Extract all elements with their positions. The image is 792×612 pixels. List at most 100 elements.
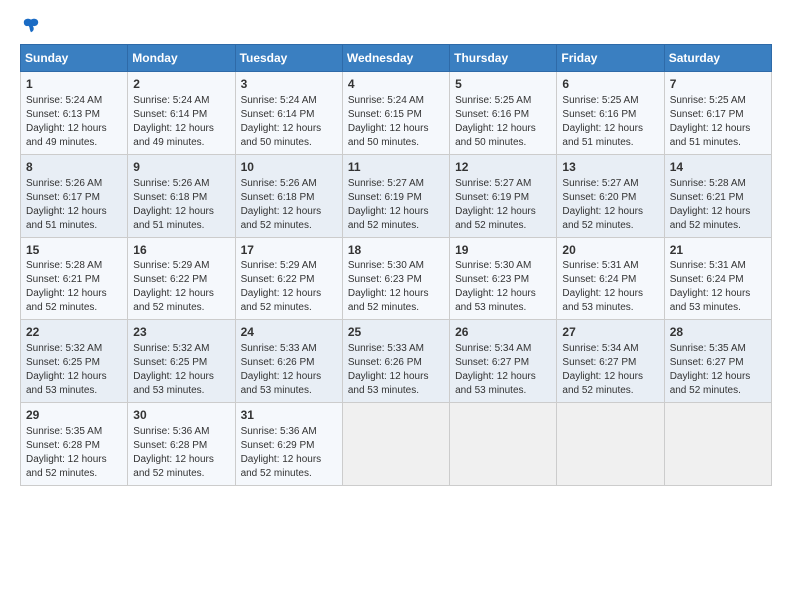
day-number: 15: [26, 242, 122, 259]
sunrise-text: Sunrise: 5:26 AM: [26, 178, 102, 189]
sunrise-text: Sunrise: 5:26 AM: [133, 178, 209, 189]
calendar-day-cell: 29Sunrise: 5:35 AMSunset: 6:28 PMDayligh…: [21, 403, 128, 486]
calendar-day-cell: 22Sunrise: 5:32 AMSunset: 6:25 PMDayligh…: [21, 320, 128, 403]
col-wednesday: Wednesday: [342, 45, 449, 72]
sunrise-text: Sunrise: 5:29 AM: [133, 260, 209, 271]
daylight-text: Daylight: 12 hours and 53 minutes.: [348, 371, 429, 396]
sunrise-text: Sunrise: 5:24 AM: [26, 95, 102, 106]
day-number: 26: [455, 324, 551, 341]
calendar-day-cell: 8Sunrise: 5:26 AMSunset: 6:17 PMDaylight…: [21, 154, 128, 237]
logo-bird-icon: [22, 16, 40, 34]
sunrise-text: Sunrise: 5:36 AM: [133, 426, 209, 437]
col-monday: Monday: [128, 45, 235, 72]
sunset-text: Sunset: 6:21 PM: [670, 192, 744, 203]
sunset-text: Sunset: 6:22 PM: [133, 274, 207, 285]
daylight-text: Daylight: 12 hours and 50 minutes.: [455, 123, 536, 148]
day-number: 12: [455, 159, 551, 176]
daylight-text: Daylight: 12 hours and 51 minutes.: [670, 123, 751, 148]
sunset-text: Sunset: 6:14 PM: [133, 109, 207, 120]
daylight-text: Daylight: 12 hours and 52 minutes.: [670, 206, 751, 231]
sunrise-text: Sunrise: 5:24 AM: [348, 95, 424, 106]
col-friday: Friday: [557, 45, 664, 72]
daylight-text: Daylight: 12 hours and 49 minutes.: [26, 123, 107, 148]
calendar-day-cell: 26Sunrise: 5:34 AMSunset: 6:27 PMDayligh…: [450, 320, 557, 403]
sunset-text: Sunset: 6:19 PM: [455, 192, 529, 203]
sunrise-text: Sunrise: 5:27 AM: [348, 178, 424, 189]
day-number: 31: [241, 407, 337, 424]
day-number: 5: [455, 76, 551, 93]
daylight-text: Daylight: 12 hours and 53 minutes.: [241, 371, 322, 396]
sunrise-text: Sunrise: 5:26 AM: [241, 178, 317, 189]
sunrise-text: Sunrise: 5:35 AM: [26, 426, 102, 437]
sunset-text: Sunset: 6:15 PM: [348, 109, 422, 120]
calendar-day-cell: [557, 403, 664, 486]
sunrise-text: Sunrise: 5:28 AM: [26, 260, 102, 271]
calendar-week-row: 22Sunrise: 5:32 AMSunset: 6:25 PMDayligh…: [21, 320, 772, 403]
sunset-text: Sunset: 6:13 PM: [26, 109, 100, 120]
daylight-text: Daylight: 12 hours and 52 minutes.: [133, 288, 214, 313]
daylight-text: Daylight: 12 hours and 52 minutes.: [133, 454, 214, 479]
day-number: 7: [670, 76, 766, 93]
header-row: [20, 16, 772, 34]
calendar-day-cell: 5 Sunrise: 5:25 AM Sunset: 6:16 PM Daylight…: [450, 72, 557, 155]
sunrise-text: Sunrise: 5:32 AM: [26, 343, 102, 354]
calendar-day-cell: 1 Sunrise: 5:24 AM Sunset: 6:13 PM Daylight…: [21, 72, 128, 155]
daylight-text: Daylight: 12 hours and 53 minutes.: [455, 371, 536, 396]
day-number: 28: [670, 324, 766, 341]
sunset-text: Sunset: 6:17 PM: [26, 192, 100, 203]
day-number: 21: [670, 242, 766, 259]
daylight-text: Daylight: 12 hours and 53 minutes.: [455, 288, 536, 313]
col-tuesday: Tuesday: [235, 45, 342, 72]
day-number: 23: [133, 324, 229, 341]
daylight-text: Daylight: 12 hours and 52 minutes.: [26, 454, 107, 479]
sunset-text: Sunset: 6:28 PM: [133, 440, 207, 451]
calendar-day-cell: 7 Sunrise: 5:25 AM Sunset: 6:17 PM Daylight…: [664, 72, 771, 155]
calendar-day-cell: 6Sunrise: 5:25 AMSunset: 6:16 PMDaylight…: [557, 72, 664, 155]
day-number: 1: [26, 76, 122, 93]
daylight-text: Daylight: 12 hours and 52 minutes.: [455, 206, 536, 231]
sunrise-text: Sunrise: 5:33 AM: [241, 343, 317, 354]
day-number: 2: [133, 76, 229, 93]
calendar-day-cell: [450, 403, 557, 486]
daylight-text: Daylight: 12 hours and 53 minutes.: [562, 288, 643, 313]
sunrise-text: Sunrise: 5:27 AM: [455, 178, 531, 189]
sunrise-text: Sunrise: 5:24 AM: [241, 95, 317, 106]
calendar-day-cell: 25Sunrise: 5:33 AMSunset: 6:26 PMDayligh…: [342, 320, 449, 403]
sunset-text: Sunset: 6:16 PM: [455, 109, 529, 120]
sunrise-text: Sunrise: 5:27 AM: [562, 178, 638, 189]
day-number: 30: [133, 407, 229, 424]
calendar-day-cell: 19Sunrise: 5:30 AMSunset: 6:23 PMDayligh…: [450, 237, 557, 320]
day-number: 25: [348, 324, 444, 341]
sunset-text: Sunset: 6:27 PM: [455, 357, 529, 368]
calendar-day-cell: 20Sunrise: 5:31 AMSunset: 6:24 PMDayligh…: [557, 237, 664, 320]
day-number: 6: [562, 76, 658, 93]
sunset-text: Sunset: 6:14 PM: [241, 109, 315, 120]
sunrise-text: Sunrise: 5:25 AM: [455, 95, 531, 106]
calendar-day-cell: 9Sunrise: 5:26 AMSunset: 6:18 PMDaylight…: [128, 154, 235, 237]
sunrise-text: Sunrise: 5:35 AM: [670, 343, 746, 354]
daylight-text: Daylight: 12 hours and 51 minutes.: [562, 123, 643, 148]
sunset-text: Sunset: 6:29 PM: [241, 440, 315, 451]
sunrise-text: Sunrise: 5:32 AM: [133, 343, 209, 354]
sunrise-text: Sunrise: 5:25 AM: [670, 95, 746, 106]
calendar-day-cell: 17Sunrise: 5:29 AMSunset: 6:22 PMDayligh…: [235, 237, 342, 320]
day-number: 22: [26, 324, 122, 341]
calendar-day-cell: 18Sunrise: 5:30 AMSunset: 6:23 PMDayligh…: [342, 237, 449, 320]
col-sunday: Sunday: [21, 45, 128, 72]
sunset-text: Sunset: 6:16 PM: [562, 109, 636, 120]
col-thursday: Thursday: [450, 45, 557, 72]
sunset-text: Sunset: 6:17 PM: [670, 109, 744, 120]
day-number: 20: [562, 242, 658, 259]
day-number: 27: [562, 324, 658, 341]
calendar-day-cell: 16Sunrise: 5:29 AMSunset: 6:22 PMDayligh…: [128, 237, 235, 320]
daylight-text: Daylight: 12 hours and 52 minutes.: [348, 288, 429, 313]
calendar-page: Sunday Monday Tuesday Wednesday Thursday…: [0, 0, 792, 612]
sunset-text: Sunset: 6:19 PM: [348, 192, 422, 203]
sunrise-text: Sunrise: 5:34 AM: [562, 343, 638, 354]
sunset-text: Sunset: 6:20 PM: [562, 192, 636, 203]
day-number: 14: [670, 159, 766, 176]
sunset-text: Sunset: 6:28 PM: [26, 440, 100, 451]
daylight-text: Daylight: 12 hours and 52 minutes.: [241, 206, 322, 231]
calendar-day-cell: [664, 403, 771, 486]
day-number: 8: [26, 159, 122, 176]
